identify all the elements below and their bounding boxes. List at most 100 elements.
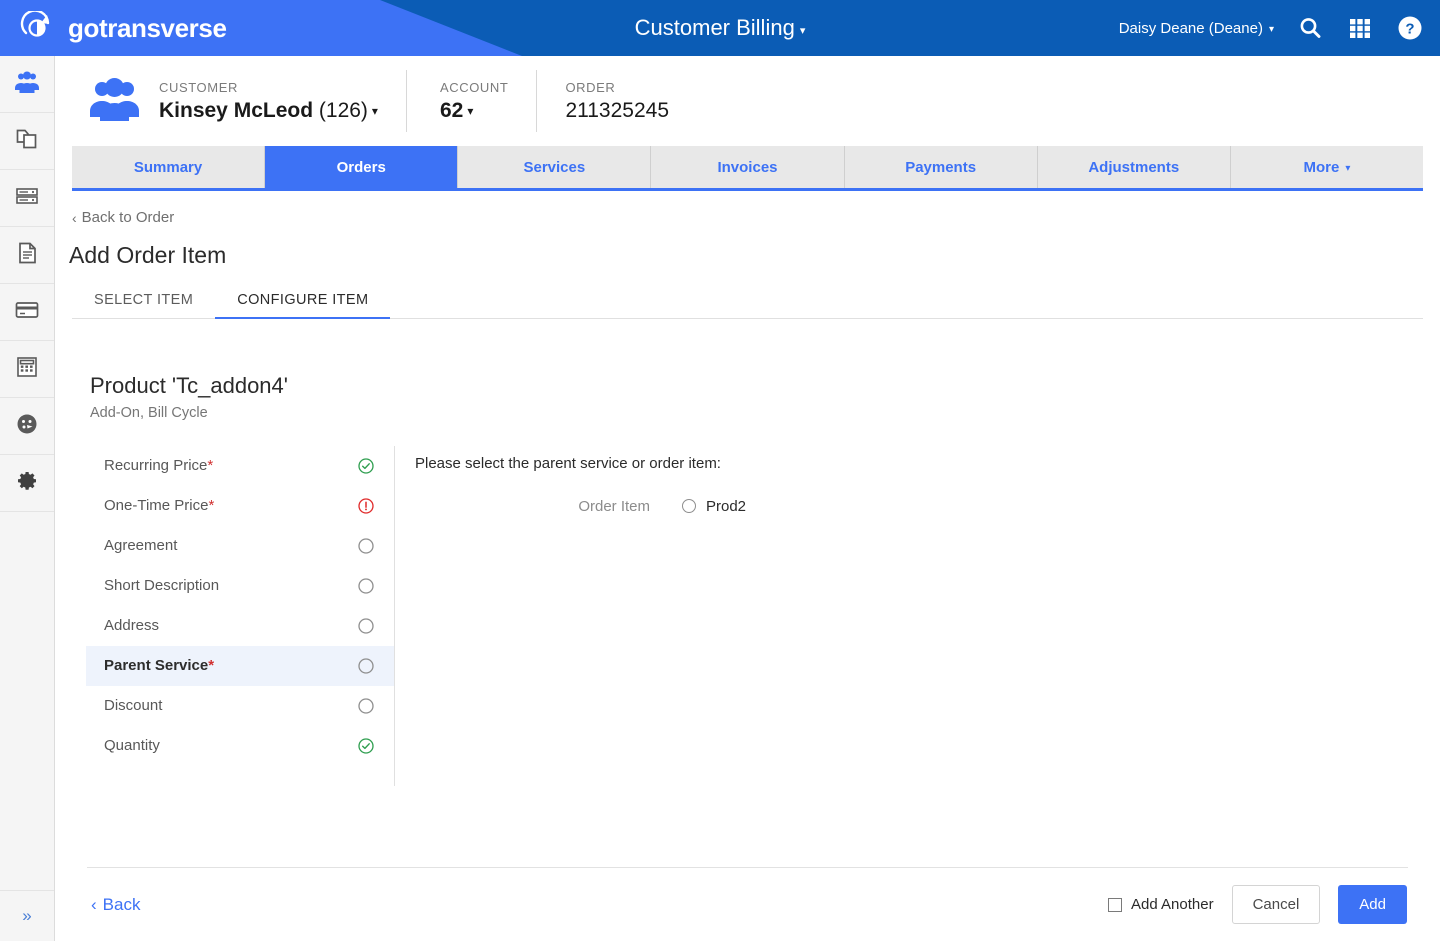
sidebar-item-billing[interactable] xyxy=(0,284,54,341)
apps-grid-icon[interactable] xyxy=(1346,14,1374,42)
required-marker: * xyxy=(208,657,215,674)
back-to-order-link[interactable]: ‹ Back to Order xyxy=(72,209,174,226)
status-error-icon xyxy=(358,497,374,514)
header-right-actions: Daisy Deane (Deane) ▾ ? xyxy=(1119,0,1424,56)
step-label: Short Description xyxy=(104,577,220,594)
step-label: Address xyxy=(104,617,160,634)
entity-account[interactable]: ACCOUNT 62 ▾ xyxy=(440,80,508,123)
chevron-down-icon: ▾ xyxy=(371,103,378,118)
app-title-text: Customer Billing xyxy=(634,15,795,40)
add-button[interactable]: Add xyxy=(1338,885,1407,924)
step-short-description[interactable]: Short Description xyxy=(86,566,394,606)
sidebar-item-customers[interactable] xyxy=(0,56,54,113)
left-nav-rail: » xyxy=(0,56,55,941)
tab-adjustments[interactable]: Adjustments xyxy=(1037,146,1231,188)
order-item-group-label: Order Item xyxy=(578,497,650,515)
top-header-bar: gotransverse Customer Billing ▾ Daisy De… xyxy=(0,0,1440,56)
search-icon[interactable] xyxy=(1296,14,1324,42)
tab-invoices[interactable]: Invoices xyxy=(651,146,845,188)
step-parent-service[interactable]: Parent Service* xyxy=(86,645,394,686)
product-title: Product 'Tc_addon4' xyxy=(90,372,288,398)
circular-arrow-logo-icon xyxy=(20,11,54,45)
add-another-checkbox[interactable]: Add Another xyxy=(1108,896,1214,913)
cancel-button[interactable]: Cancel xyxy=(1231,885,1321,924)
chevron-down-icon: ▾ xyxy=(467,103,474,118)
sidebar-item-servers[interactable] xyxy=(0,170,54,227)
help-circle-icon[interactable]: ? xyxy=(1396,14,1424,42)
tab-label: Adjustments xyxy=(1088,158,1180,176)
account-number: 62 xyxy=(439,98,464,122)
user-menu[interactable]: Daisy Deane (Deane) ▾ xyxy=(1119,20,1274,37)
chevron-down-icon: ▾ xyxy=(1345,162,1351,174)
tab-label: Invoices xyxy=(717,158,778,176)
status-complete-icon xyxy=(358,737,374,754)
step-label: Quantity xyxy=(104,737,160,754)
entity-customer[interactable]: CUSTOMER Kinsey McLeod (126) ▾ xyxy=(159,80,378,123)
step-label: Agreement xyxy=(104,537,178,554)
tab-services[interactable]: Services xyxy=(458,146,652,188)
entity-customer-label: CUSTOMER xyxy=(159,79,238,95)
calculator-icon xyxy=(14,354,40,385)
main-content: CUSTOMER Kinsey McLeod (126) ▾ ACCOUNT 62… xyxy=(55,56,1440,941)
entity-order-label: ORDER xyxy=(565,79,616,95)
sidebar-item-documents[interactable] xyxy=(0,227,54,284)
chevron-left-icon: ‹ xyxy=(72,209,77,226)
wizard-steps-tabs: SELECT ITEM CONFIGURE ITEM xyxy=(72,283,1423,319)
back-to-order-label: Back to Order xyxy=(81,209,175,226)
step-detail-pane: Please select the parent service or orde… xyxy=(395,446,1440,786)
sidebar-item-calculator[interactable] xyxy=(0,341,54,398)
step-address[interactable]: Address xyxy=(86,606,394,646)
status-incomplete-icon xyxy=(358,697,374,714)
sidebar-item-products[interactable] xyxy=(0,113,54,170)
svg-text:?: ? xyxy=(1405,21,1414,38)
step-label: One-Time Price* xyxy=(104,497,215,514)
configuration-step-list: Recurring Price* One-Time Price* Agreeme… xyxy=(55,445,395,786)
brand-name: gotransverse xyxy=(68,12,227,43)
divider xyxy=(536,70,538,132)
servers-stack-icon xyxy=(14,183,40,214)
required-marker: * xyxy=(207,457,214,474)
product-subtitle: Add-On, Bill Cycle xyxy=(90,404,208,421)
chevron-down-icon: ▾ xyxy=(799,24,806,37)
divider xyxy=(405,70,407,132)
checkbox-icon[interactable] xyxy=(1108,897,1123,912)
step-label: Parent Service* xyxy=(104,657,215,674)
tab-label: CONFIGURE ITEM xyxy=(237,291,369,308)
back-button[interactable]: ‹ Back xyxy=(91,895,140,915)
brand[interactable]: gotransverse xyxy=(20,0,227,56)
tab-label: Services xyxy=(523,158,586,176)
tab-payments[interactable]: Payments xyxy=(844,146,1038,188)
step-discount[interactable]: Discount xyxy=(86,686,394,726)
tab-label: Orders xyxy=(336,158,386,176)
tab-more[interactable]: More ▾ xyxy=(1230,146,1423,188)
required-marker: * xyxy=(208,497,215,514)
tab-summary[interactable]: Summary xyxy=(72,146,266,188)
customers-people-icon xyxy=(14,69,40,100)
sidebar-expand-toggle[interactable]: » xyxy=(0,890,54,941)
parent-option-prod2[interactable]: Prod2 xyxy=(682,498,746,515)
wizard-footer: ‹ Back Add Another Cancel Add xyxy=(55,868,1440,941)
parent-selection-prompt: Please select the parent service or orde… xyxy=(415,454,721,472)
step-agreement[interactable]: Agreement xyxy=(86,526,394,566)
step-one-time-price[interactable]: One-Time Price* xyxy=(86,486,394,526)
documents-page-icon xyxy=(14,240,40,271)
add-another-label: Add Another xyxy=(1131,896,1214,913)
tab-label: SELECT ITEM xyxy=(94,291,194,308)
step-recurring-price[interactable]: Recurring Price* xyxy=(86,446,394,486)
tab-configure-item[interactable]: CONFIGURE ITEM xyxy=(215,283,391,319)
tab-label: More xyxy=(1303,158,1340,176)
dashboard-gauge-icon xyxy=(14,411,40,442)
primary-tabs: Summary Orders Services Invoices Payment… xyxy=(72,146,1423,191)
parent-order-item-row: Order Item Prod2 xyxy=(415,498,1440,515)
tab-select-item[interactable]: SELECT ITEM xyxy=(72,283,215,319)
sidebar-item-dashboard[interactable] xyxy=(0,398,54,455)
tab-label: Payments xyxy=(905,158,977,176)
double-chevron-right-icon: » xyxy=(22,906,32,925)
tab-orders[interactable]: Orders xyxy=(265,146,459,188)
step-quantity[interactable]: Quantity xyxy=(86,726,394,766)
products-copy-icon xyxy=(14,126,40,157)
radio-button-icon[interactable] xyxy=(682,499,696,513)
sidebar-item-settings[interactable] xyxy=(0,455,54,512)
footer-actions: Add Another Cancel Add xyxy=(1108,885,1407,924)
status-complete-icon xyxy=(358,457,374,474)
